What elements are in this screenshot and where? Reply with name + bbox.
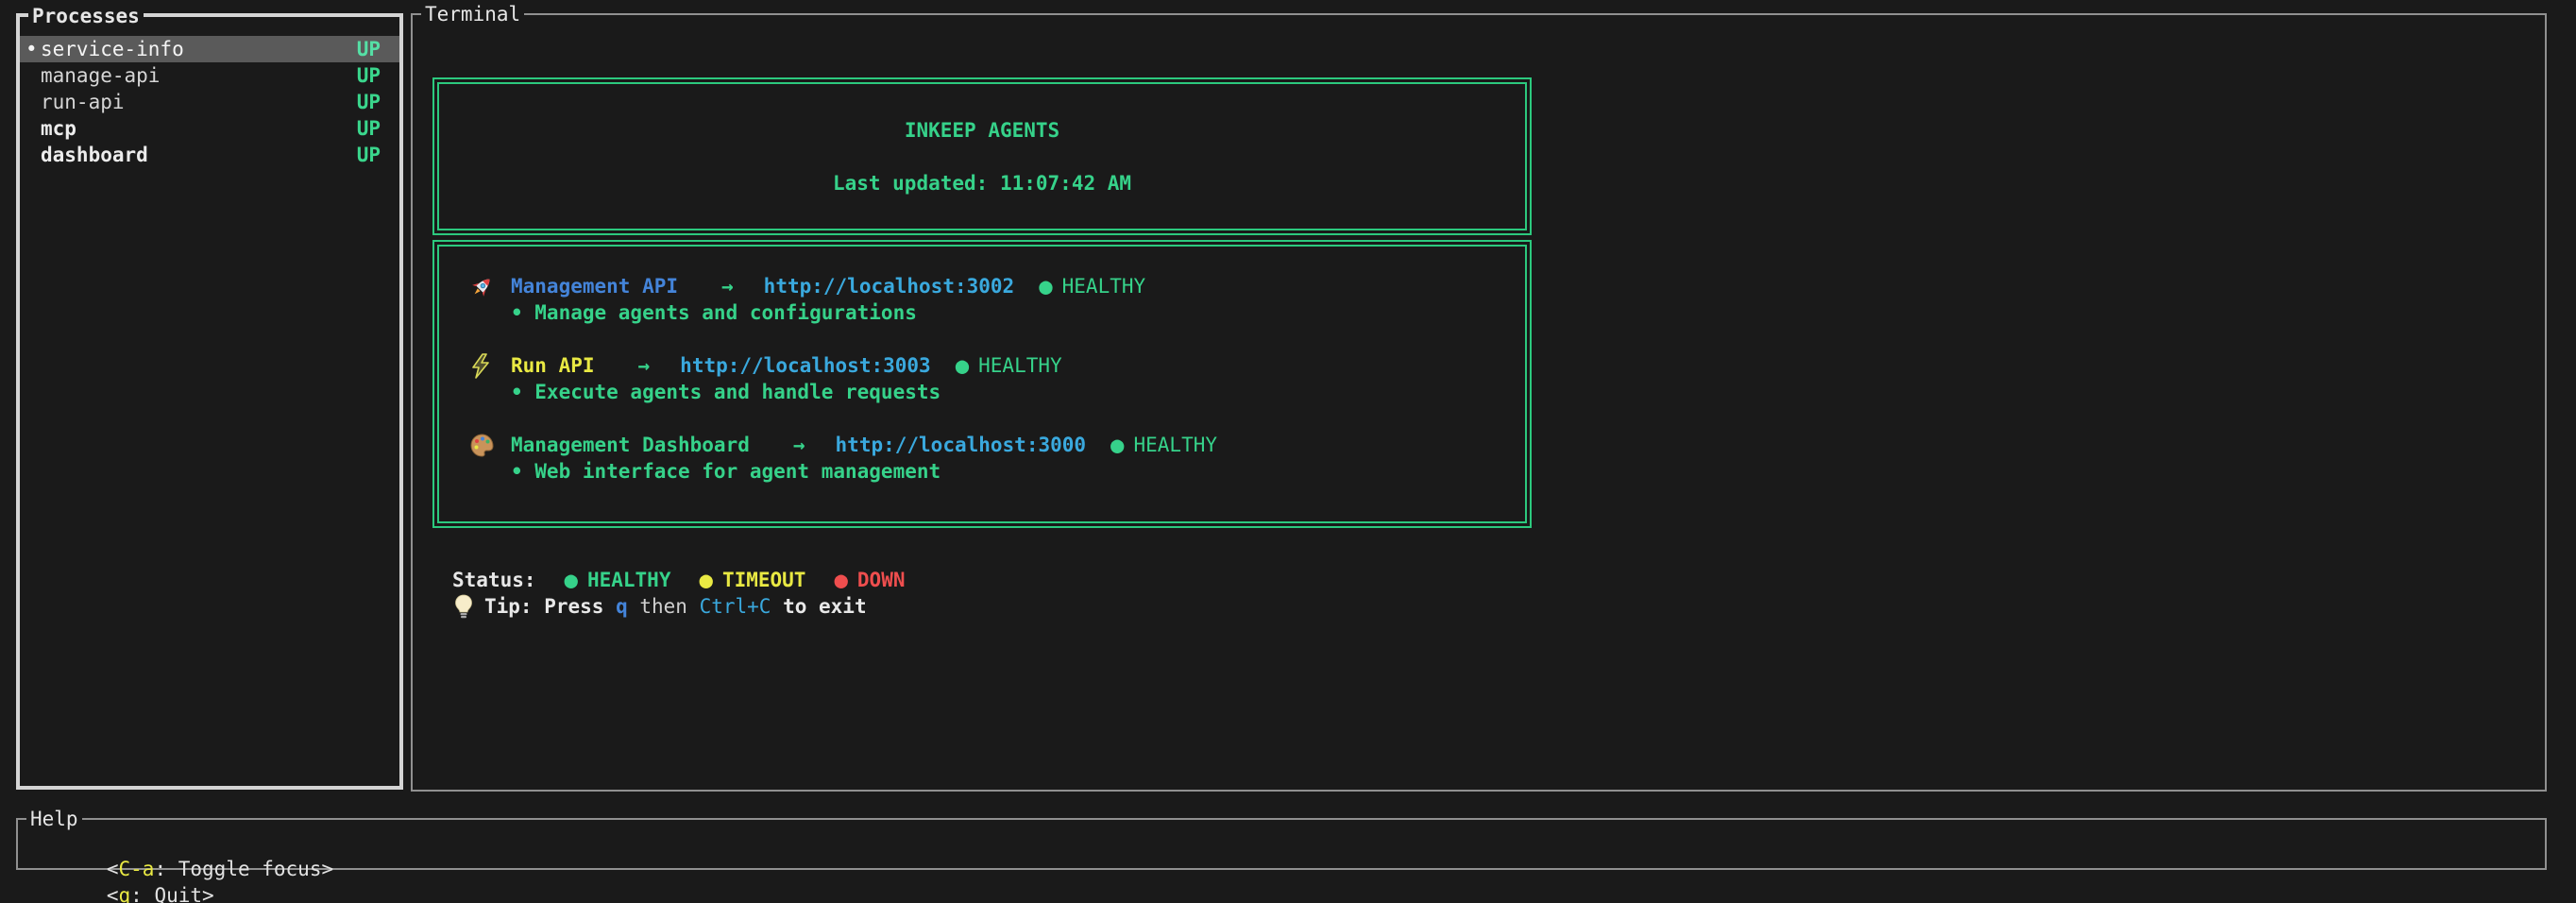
timeout-dot-icon: ● bbox=[699, 567, 712, 593]
shortcut-list: <C-a: Toggle focus> <q: Quit> <j: Next> … bbox=[18, 820, 2545, 903]
legend-healthy: ● HEALTHY bbox=[565, 567, 671, 593]
service-entry-management-api: Management API → http://localhost:3002 ●… bbox=[469, 273, 1525, 326]
shortcut-quit: <q: Quit> bbox=[107, 884, 214, 903]
service-entry-run-api: Run API → http://localhost:3003 ● HEALTH… bbox=[469, 352, 1525, 405]
service-entry-dashboard: Management Dashboard → http://localhost:… bbox=[469, 432, 1525, 485]
status-legend: Status: ● HEALTHY ● TIMEOUT ● DOWN bbox=[452, 567, 905, 593]
status-label: Status: bbox=[452, 567, 536, 593]
selected-marker bbox=[25, 142, 41, 168]
process-row-run-api[interactable]: run-api UP bbox=[20, 89, 399, 115]
selected-marker: • bbox=[25, 36, 41, 62]
terminal-panel: Terminal INKEEP AGENTS Last updated: 11:… bbox=[411, 13, 2547, 792]
selected-marker bbox=[25, 115, 41, 142]
legend-down: ● DOWN bbox=[834, 567, 905, 593]
terminal-panel-title: Terminal bbox=[421, 1, 524, 27]
process-name: dashboard bbox=[41, 142, 357, 168]
arrow-icon: → bbox=[793, 432, 805, 458]
mprocs-app: Processes • service-info UP manage-api U… bbox=[0, 0, 2576, 903]
services-box: Management API → http://localhost:3002 ●… bbox=[432, 240, 1532, 528]
service-info-header-box: INKEEP AGENTS Last updated: 11:07:42 AM bbox=[432, 77, 1532, 235]
process-name: service-info bbox=[41, 36, 357, 62]
service-health: HEALTHY bbox=[978, 352, 1062, 379]
service-name: Management Dashboard bbox=[511, 432, 750, 458]
process-row-dashboard[interactable]: dashboard UP bbox=[20, 142, 399, 168]
process-name: manage-api bbox=[41, 62, 357, 89]
process-row-manage-api[interactable]: manage-api UP bbox=[20, 62, 399, 89]
service-name: Run API bbox=[511, 352, 595, 379]
health-dot-icon: ● bbox=[1110, 432, 1124, 458]
arrow-icon: → bbox=[721, 273, 734, 299]
help-panel: Help <C-a: Toggle focus> <q: Quit> <j: N… bbox=[16, 818, 2547, 870]
process-name: mcp bbox=[41, 115, 357, 142]
tip-text: Tip: Press bbox=[484, 593, 616, 620]
process-status-badge: UP bbox=[357, 115, 381, 142]
tip-key-q: q bbox=[616, 593, 628, 620]
tip-key-ctrl-c: Ctrl+C bbox=[700, 593, 771, 620]
process-list: • service-info UP manage-api UP run-api … bbox=[20, 17, 399, 168]
down-dot-icon: ● bbox=[834, 567, 847, 593]
process-status-badge: UP bbox=[357, 62, 381, 89]
service-url[interactable]: http://localhost:3002 bbox=[764, 273, 1015, 299]
service-url[interactable]: http://localhost:3003 bbox=[680, 352, 931, 379]
lightning-icon bbox=[469, 353, 511, 379]
processes-panel-title: Processes bbox=[28, 3, 144, 29]
service-health: HEALTHY bbox=[1062, 273, 1146, 299]
bulb-icon bbox=[452, 594, 484, 620]
process-status-badge: UP bbox=[357, 36, 381, 62]
help-panel-title: Help bbox=[26, 806, 82, 832]
palette-icon bbox=[469, 433, 511, 458]
selected-marker bbox=[25, 89, 41, 115]
selected-marker bbox=[25, 62, 41, 89]
service-description: • Execute agents and handle requests bbox=[469, 379, 1525, 405]
health-dot-icon: ● bbox=[956, 352, 969, 379]
healthy-dot-icon: ● bbox=[565, 567, 578, 593]
process-row-mcp[interactable]: mcp UP bbox=[20, 115, 399, 142]
process-status-badge: UP bbox=[357, 89, 381, 115]
legend-timeout: ● TIMEOUT bbox=[699, 567, 805, 593]
last-updated: Last updated: 11:07:42 AM bbox=[833, 170, 1131, 196]
service-description: • Manage agents and configurations bbox=[469, 299, 1525, 326]
rocket-icon bbox=[469, 274, 511, 299]
process-row-service-info[interactable]: • service-info UP bbox=[20, 36, 399, 62]
tip-line: Tip: Press q then Ctrl+C to exit bbox=[452, 593, 867, 620]
service-health: HEALTHY bbox=[1134, 432, 1218, 458]
service-url[interactable]: http://localhost:3000 bbox=[836, 432, 1087, 458]
health-dot-icon: ● bbox=[1039, 273, 1052, 299]
arrow-icon: → bbox=[638, 352, 651, 379]
service-description: • Web interface for agent management bbox=[469, 458, 1525, 485]
processes-panel: Processes • service-info UP manage-api U… bbox=[16, 13, 403, 790]
process-name: run-api bbox=[41, 89, 357, 115]
shortcut-toggle-focus: <C-a: Toggle focus> bbox=[107, 858, 333, 880]
app-title: INKEEP AGENTS bbox=[905, 117, 1059, 144]
process-status-badge: UP bbox=[357, 142, 381, 168]
service-name: Management API bbox=[511, 273, 678, 299]
